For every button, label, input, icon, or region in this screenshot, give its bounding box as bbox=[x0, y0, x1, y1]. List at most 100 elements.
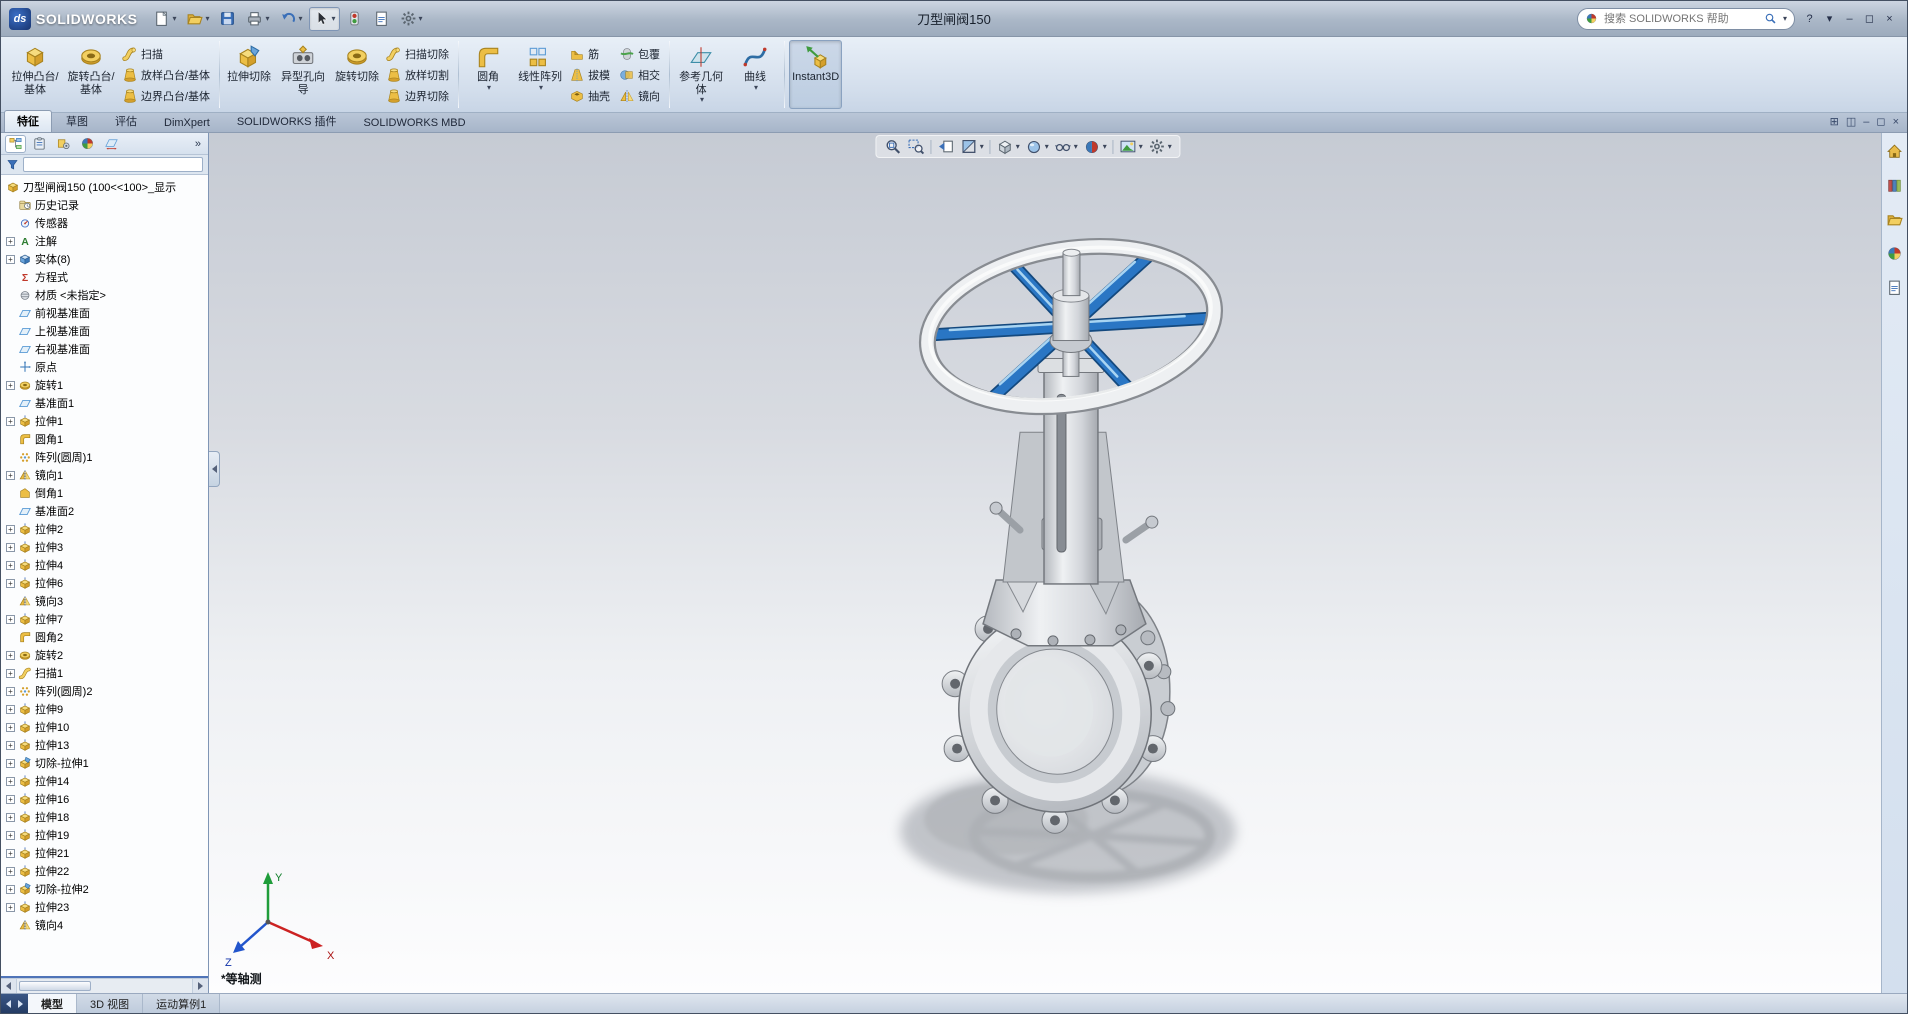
tree-item[interactable]: +拉伸10 bbox=[4, 718, 208, 736]
dropdown-arrow-icon[interactable]: ▾ bbox=[1074, 143, 1078, 151]
tree-item[interactable]: +拉伸19 bbox=[4, 826, 208, 844]
view-settings-button[interactable]: ▾ bbox=[1147, 137, 1174, 156]
tree-expander[interactable]: + bbox=[6, 705, 15, 714]
tab-特征[interactable]: 特征 bbox=[4, 110, 52, 132]
tree-expander[interactable]: + bbox=[6, 669, 15, 678]
tree-item[interactable]: +扫描1 bbox=[4, 664, 208, 682]
ribbon-boundary-boss-button[interactable]: 边界凸台/基体 bbox=[120, 86, 215, 106]
valve-3d-model[interactable] bbox=[209, 133, 1881, 993]
panel-tab-featuremanager[interactable] bbox=[5, 135, 26, 153]
print-button[interactable]: ▾ bbox=[242, 7, 273, 31]
tab-scroll-right-button[interactable] bbox=[17, 1000, 24, 1008]
tree-item[interactable]: +拉伸23 bbox=[4, 898, 208, 916]
tile-windows-button[interactable]: ◫ bbox=[1846, 117, 1856, 128]
ribbon-wrap-button[interactable]: 包覆 bbox=[617, 44, 665, 64]
tree-item[interactable]: 历史记录 bbox=[4, 196, 208, 214]
dropdown-arrow-icon[interactable]: ▾ bbox=[980, 143, 984, 151]
zoom-fit-button[interactable] bbox=[883, 137, 904, 156]
tab-DimXpert[interactable]: DimXpert bbox=[151, 114, 223, 132]
dropdown-arrow-icon[interactable]: ▾ bbox=[1139, 143, 1143, 151]
file-explorer-button[interactable] bbox=[1886, 211, 1903, 233]
tree-expander[interactable]: + bbox=[6, 525, 15, 534]
tree-item[interactable]: +实体(8) bbox=[4, 250, 208, 268]
panel-tab-dimxpertmanager[interactable] bbox=[101, 135, 122, 153]
tree-item[interactable]: 倒角1 bbox=[4, 484, 208, 502]
solidworks-resources-button[interactable] bbox=[1886, 143, 1903, 165]
tree-item[interactable]: +切除-拉伸1 bbox=[4, 754, 208, 772]
tree-item[interactable]: +拉伸2 bbox=[4, 520, 208, 538]
tree-item[interactable]: +旋转2 bbox=[4, 646, 208, 664]
tree-item[interactable]: +旋转1 bbox=[4, 376, 208, 394]
restore-window-button[interactable]: ◻ bbox=[1860, 10, 1879, 28]
dropdown-arrow-icon[interactable]: ▾ bbox=[754, 84, 758, 92]
ribbon-boss-revolve-button[interactable]: 旋转凸台/基体 bbox=[64, 40, 118, 109]
tree-item[interactable]: +镜向1 bbox=[4, 466, 208, 484]
tree-expander[interactable]: + bbox=[6, 543, 15, 552]
dropdown-arrow-icon[interactable]: ▾ bbox=[1103, 143, 1107, 151]
options-button[interactable]: ▾ bbox=[396, 7, 427, 31]
select-button[interactable]: ▾ bbox=[309, 7, 340, 31]
ribbon-reference-geometry-button[interactable]: 参考几何体▾ bbox=[674, 40, 728, 109]
graphics-area[interactable]: ▾▾▾▾▾▾▾ Y X Z *等轴测 bbox=[209, 133, 1881, 993]
hide-show-items-button[interactable]: ▾ bbox=[1053, 137, 1080, 156]
tree-expander[interactable]: + bbox=[6, 831, 15, 840]
dropdown-arrow-icon[interactable]: ▾ bbox=[1168, 143, 1172, 151]
ribbon-lofted-boss-button[interactable]: 放样凸台/基体 bbox=[120, 65, 215, 85]
tree-expander[interactable]: + bbox=[6, 723, 15, 732]
tree-filter-input[interactable] bbox=[23, 157, 203, 172]
tree-expander[interactable]: + bbox=[6, 741, 15, 750]
appearances-scenes-button[interactable] bbox=[1886, 245, 1903, 267]
help-button[interactable]: ? bbox=[1800, 10, 1819, 28]
bottom-tab-模型[interactable]: 模型 bbox=[28, 994, 77, 1013]
tree-item[interactable]: 镜向3 bbox=[4, 592, 208, 610]
dropdown-arrow-icon[interactable]: ▾ bbox=[332, 15, 336, 23]
scrollbar-track[interactable] bbox=[17, 979, 192, 993]
ribbon-shell-button[interactable]: 抽壳 bbox=[567, 86, 615, 106]
search-input[interactable] bbox=[1602, 12, 1760, 26]
tree-expander[interactable]: + bbox=[6, 777, 15, 786]
tree-item[interactable]: +拉伸7 bbox=[4, 610, 208, 628]
zoom-area-button[interactable] bbox=[906, 137, 927, 156]
tree-expander[interactable]: + bbox=[6, 381, 15, 390]
close-window-button[interactable]: × bbox=[1880, 10, 1899, 28]
previous-view-button[interactable] bbox=[936, 137, 957, 156]
ribbon-linear-pattern-button[interactable]: 线性阵列▾ bbox=[515, 40, 565, 109]
search-icon[interactable] bbox=[1764, 12, 1777, 25]
search-scope-dropdown-icon[interactable]: ▾ bbox=[1783, 15, 1787, 23]
tree-item[interactable]: 前视基准面 bbox=[4, 304, 208, 322]
tree-expander[interactable]: + bbox=[6, 885, 15, 894]
tree-item[interactable]: +阵列(圆周)2 bbox=[4, 682, 208, 700]
ribbon-curves-button[interactable]: 曲线▾ bbox=[730, 40, 780, 109]
ribbon-rib-button[interactable]: 筋 bbox=[567, 44, 615, 64]
tab-scroll-left-button[interactable] bbox=[5, 1000, 12, 1008]
dropdown-arrow-icon[interactable]: ▾ bbox=[1016, 143, 1020, 151]
tree-expander[interactable]: + bbox=[6, 903, 15, 912]
tree-item[interactable]: +拉伸18 bbox=[4, 808, 208, 826]
tab-SOLIDWORKS 插件[interactable]: SOLIDWORKS 插件 bbox=[224, 110, 350, 132]
ribbon-cut-sweep-button[interactable]: 扫描切除 bbox=[384, 44, 454, 64]
undo-button[interactable]: ▾ bbox=[276, 7, 307, 31]
tree-item[interactable]: 镜向4 bbox=[4, 916, 208, 934]
dropdown-arrow-icon[interactable]: ▾ bbox=[419, 15, 423, 23]
panel-tabs-overflow-chevron[interactable]: » bbox=[192, 138, 204, 150]
tree-item[interactable]: 右视基准面 bbox=[4, 340, 208, 358]
bottom-tab-运动算例1[interactable]: 运动算例1 bbox=[143, 994, 220, 1013]
tree-expander[interactable]: + bbox=[6, 237, 15, 246]
ribbon-cut-revolve-button[interactable]: 旋转切除 bbox=[332, 40, 382, 109]
tree-item[interactable]: +拉伸3 bbox=[4, 538, 208, 556]
tree-item[interactable]: +注解 bbox=[4, 232, 208, 250]
ribbon-instant3d-button[interactable]: Instant3D bbox=[789, 40, 842, 109]
scrollbar-thumb[interactable] bbox=[19, 981, 91, 991]
tree-item[interactable]: +拉伸6 bbox=[4, 574, 208, 592]
tree-expander[interactable]: + bbox=[6, 471, 15, 480]
tree-expander[interactable]: + bbox=[6, 867, 15, 876]
tree-expander[interactable]: + bbox=[6, 651, 15, 660]
tree-expander[interactable]: + bbox=[6, 759, 15, 768]
tree-item[interactable]: +拉伸1 bbox=[4, 412, 208, 430]
dropdown-arrow-icon[interactable]: ▾ bbox=[1045, 143, 1049, 151]
tree-expander[interactable]: + bbox=[6, 579, 15, 588]
tree-expander[interactable]: + bbox=[6, 795, 15, 804]
edit-appearance-button[interactable]: ▾ bbox=[1082, 137, 1109, 156]
dropdown-arrow-icon[interactable]: ▾ bbox=[172, 15, 176, 23]
minimize-document-button[interactable]: – bbox=[1863, 117, 1869, 128]
